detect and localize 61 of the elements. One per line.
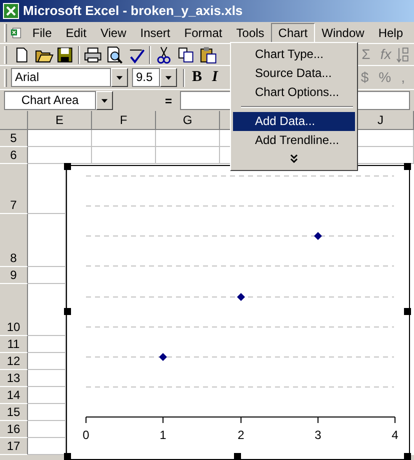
column-header[interactable]: F [92, 111, 156, 130]
menu-item[interactable]: Add Data... [233, 112, 355, 131]
selection-handle[interactable] [234, 453, 241, 460]
menu-item[interactable]: Edit [58, 22, 94, 42]
row-header[interactable]: 14 [0, 387, 28, 404]
menu-item[interactable]: View [93, 22, 134, 42]
name-box[interactable]: Chart Area [4, 91, 96, 110]
row-header[interactable]: 8 [0, 214, 28, 267]
row-header[interactable]: 16 [0, 421, 28, 438]
formula-label: = [164, 92, 174, 110]
worksheet-cell[interactable] [28, 130, 92, 147]
axis-tick-label: 0 [82, 428, 90, 442]
menu-item[interactable]: Format [177, 22, 230, 42]
print-icon[interactable] [82, 44, 104, 64]
row-header[interactable]: 7 [0, 164, 28, 214]
worksheet-cell[interactable] [156, 130, 220, 147]
window-title: Microsoft Excel - broken_y_axis.xls [23, 2, 243, 20]
data-point[interactable] [314, 232, 322, 240]
data-point[interactable] [159, 353, 167, 361]
row-header[interactable]: 6 [0, 147, 28, 164]
selection-handle[interactable] [404, 163, 411, 170]
menu-item[interactable]: Source Data... [233, 64, 355, 83]
menu-item[interactable]: Add Trendline... [233, 131, 355, 150]
selection-handle[interactable] [404, 308, 411, 315]
menu-item[interactable]: Chart Options... [233, 83, 355, 102]
selection-handle[interactable] [64, 453, 71, 460]
expand-chevron-icon[interactable] [289, 153, 299, 165]
excel-logo-icon [3, 3, 19, 19]
row-header[interactable]: 12 [0, 353, 28, 370]
menu-item[interactable]: Help [371, 22, 410, 42]
selection-handle[interactable] [404, 453, 411, 460]
axis-tick-label: 4 [392, 428, 398, 442]
worksheet-cell[interactable] [156, 147, 220, 164]
sort-icon[interactable] [396, 46, 410, 64]
menu-item[interactable]: Insert [133, 22, 178, 42]
row-header[interactable]: 13 [0, 370, 28, 387]
bold-button[interactable]: B [186, 66, 207, 89]
menu-item[interactable]: Tools [229, 22, 272, 42]
row-header[interactable]: 9 [0, 267, 28, 284]
data-point[interactable] [237, 293, 245, 301]
row-header[interactable]: 11 [0, 336, 28, 353]
row-header[interactable]: 10 [0, 284, 28, 336]
menu-item[interactable]: Chart Type... [233, 45, 355, 64]
column-header[interactable]: E [28, 111, 92, 130]
row-header[interactable]: 15 [0, 404, 28, 421]
selection-handle[interactable] [64, 308, 71, 315]
select-all-button[interactable] [0, 111, 28, 130]
axis-tick-label: 2 [238, 428, 244, 442]
row-header[interactable]: 5 [0, 130, 28, 147]
worksheet-cell[interactable] [92, 130, 156, 147]
axis-tick-label: 3 [314, 428, 322, 442]
row-header[interactable]: 17 [0, 438, 28, 455]
font-field[interactable]: Arial [10, 68, 111, 87]
axis-tick-label: 1 [160, 428, 166, 442]
menu-item[interactable]: File [25, 22, 59, 42]
worksheet-cell[interactable] [92, 147, 156, 164]
menu-item[interactable]: Window [314, 22, 372, 42]
column-header[interactable]: G [156, 111, 220, 130]
font-size-field[interactable]: 9.5 [132, 68, 160, 87]
selection-handle[interactable] [64, 163, 71, 170]
italic-button[interactable]: I [207, 66, 223, 89]
